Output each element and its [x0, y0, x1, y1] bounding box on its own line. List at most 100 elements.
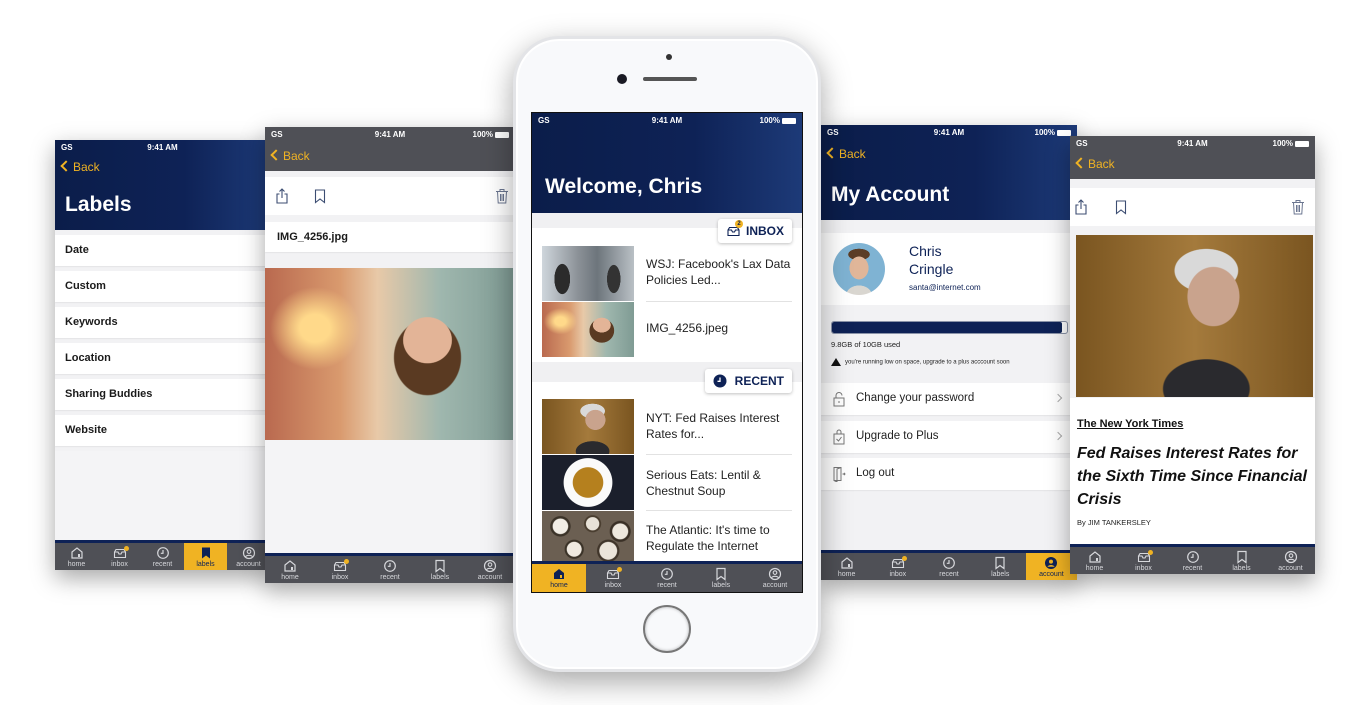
label-item[interactable]: Date: [55, 235, 270, 266]
status-bar: GS 9:41 AM 100%: [532, 113, 802, 127]
tab-labels[interactable]: labels: [975, 553, 1026, 580]
notification-dot: [344, 559, 349, 564]
tab-recent[interactable]: recent: [640, 564, 694, 592]
tab-recent[interactable]: recent: [141, 543, 184, 570]
recent-item[interactable]: Serious Eats: Lentil & Chestnut Soup: [542, 455, 792, 511]
inbox-item[interactable]: IMG_4256.jpeg: [542, 302, 792, 357]
photo-screen: GS 9:41 AM 100% Back IMG_4256.jpg home in…: [265, 127, 515, 583]
back-button[interactable]: Back: [60, 160, 100, 174]
menu-item-label: Log out: [856, 467, 895, 479]
menu-item-change-your-password[interactable]: Change your password: [821, 383, 1077, 415]
chevron-left-icon: [60, 160, 72, 172]
tab-home[interactable]: home: [821, 553, 872, 580]
tab-label: inbox: [331, 574, 349, 581]
status-time: 9:41 AM: [147, 143, 178, 152]
menu-item-log-out[interactable]: Log out: [821, 458, 1077, 490]
storage-bar: [831, 321, 1068, 334]
labels-icon: [714, 567, 728, 581]
tab-inbox[interactable]: inbox: [1119, 547, 1168, 574]
tab-label: labels: [196, 561, 215, 568]
inbox-item[interactable]: WSJ: Facebook's Lax Data Policies Led...: [542, 246, 792, 302]
label-item[interactable]: Website: [55, 415, 270, 446]
status-bar: GS 9:41 AM 100%: [265, 127, 515, 141]
recent-item[interactable]: The Atlantic: It's time to Regulate the …: [542, 511, 792, 562]
tab-labels[interactable]: labels: [1217, 547, 1266, 574]
tab-label: inbox: [889, 571, 907, 578]
tab-account[interactable]: account: [748, 564, 802, 592]
home-button[interactable]: [643, 605, 691, 653]
trash-icon[interactable]: [495, 188, 509, 204]
back-button[interactable]: Back: [1075, 157, 1115, 171]
article-body: The New York Times Fed Raises Interest R…: [1070, 398, 1315, 544]
tab-account[interactable]: account: [1266, 547, 1315, 574]
tab-label: inbox: [111, 561, 128, 568]
storage-bar-fill: [832, 322, 1063, 333]
page-title: Labels: [65, 193, 132, 216]
logout-door-icon: [833, 467, 846, 482]
account-icon: [242, 546, 256, 560]
article-byline: By JIM TANKERSLEY: [1077, 518, 1151, 527]
account-screen: GS 9:41 AM 100% Back My Account Chris Cr…: [821, 125, 1077, 580]
tab-label: recent: [939, 571, 959, 578]
tab-label: labels: [1232, 565, 1251, 572]
tab-home[interactable]: home: [55, 543, 98, 570]
recent-chip[interactable]: RECENT: [704, 369, 792, 393]
article-source[interactable]: The New York Times: [1077, 418, 1183, 430]
home-icon: [840, 556, 854, 570]
tab-labels[interactable]: labels: [184, 543, 227, 570]
tab-labels[interactable]: labels: [415, 556, 465, 583]
file-name: IMG_4256.jpg: [265, 222, 515, 252]
tab-home[interactable]: home: [1070, 547, 1119, 574]
tab-label: home: [67, 561, 86, 568]
chevron-left-icon: [826, 147, 838, 159]
recent-item-title: Serious Eats: Lentil & Chestnut Soup: [646, 468, 761, 498]
tab-home[interactable]: home: [532, 564, 586, 592]
tab-inbox[interactable]: inbox: [98, 543, 141, 570]
label-item[interactable]: Sharing Buddies: [55, 379, 270, 410]
tab-label: recent: [1182, 565, 1203, 572]
battery-icon: [1295, 140, 1309, 147]
back-button[interactable]: Back: [270, 149, 310, 163]
recent-item[interactable]: NYT: Fed Raises Interest Rates for...: [542, 399, 792, 455]
recent-icon: [660, 567, 674, 581]
tab-label: inbox: [604, 582, 622, 589]
photo-image[interactable]: [265, 268, 515, 440]
tab-inbox[interactable]: inbox: [586, 564, 640, 592]
tab-labels[interactable]: labels: [694, 564, 748, 592]
label-item[interactable]: Keywords: [55, 307, 270, 338]
tab-account[interactable]: account: [227, 543, 270, 570]
recent-section: RECENT NYT: Fed Raises Interest Rates fo…: [532, 369, 802, 562]
recent-label: RECENT: [734, 374, 784, 388]
label-item[interactable]: Custom: [55, 271, 270, 302]
tab-inbox[interactable]: inbox: [315, 556, 365, 583]
tab-inbox[interactable]: inbox: [872, 553, 923, 580]
share-icon[interactable]: [1074, 199, 1088, 215]
menu-item-label: Change your password: [856, 392, 975, 404]
battery-icon: [495, 131, 509, 138]
article-screen: GS 9:41 AM 100% Back The New York Times …: [1070, 136, 1315, 574]
avatar[interactable]: [833, 243, 885, 295]
recent-thumbnail: [542, 511, 634, 562]
lock-icon: [833, 392, 845, 407]
inbox-chip[interactable]: 2 INBOX: [717, 219, 792, 243]
header: GS 9:41 AM Back Labels: [55, 140, 270, 230]
tab-recent[interactable]: recent: [923, 553, 974, 580]
label-item[interactable]: Location: [55, 343, 270, 374]
menu-item-upgrade-to-plus[interactable]: Upgrade to Plus: [821, 420, 1077, 453]
page-title: Welcome, Chris: [545, 175, 703, 198]
warning-icon: [831, 358, 841, 366]
photo-toolbar: [265, 177, 515, 215]
tab-recent[interactable]: recent: [1168, 547, 1217, 574]
bookmark-icon[interactable]: [1114, 199, 1128, 215]
bookmark-icon[interactable]: [313, 188, 327, 204]
tab-account[interactable]: account: [465, 556, 515, 583]
back-button[interactable]: Back: [826, 147, 866, 161]
share-icon[interactable]: [275, 188, 289, 204]
notification-dot: [617, 567, 622, 572]
tab-recent[interactable]: recent: [365, 556, 415, 583]
menu-item-label: Upgrade to Plus: [856, 429, 939, 442]
trash-icon[interactable]: [1291, 199, 1305, 215]
tab-home[interactable]: home: [265, 556, 315, 583]
recent-item-title: NYT: Fed Raises Interest Rates for...: [646, 411, 780, 441]
battery: 100%: [760, 116, 796, 125]
